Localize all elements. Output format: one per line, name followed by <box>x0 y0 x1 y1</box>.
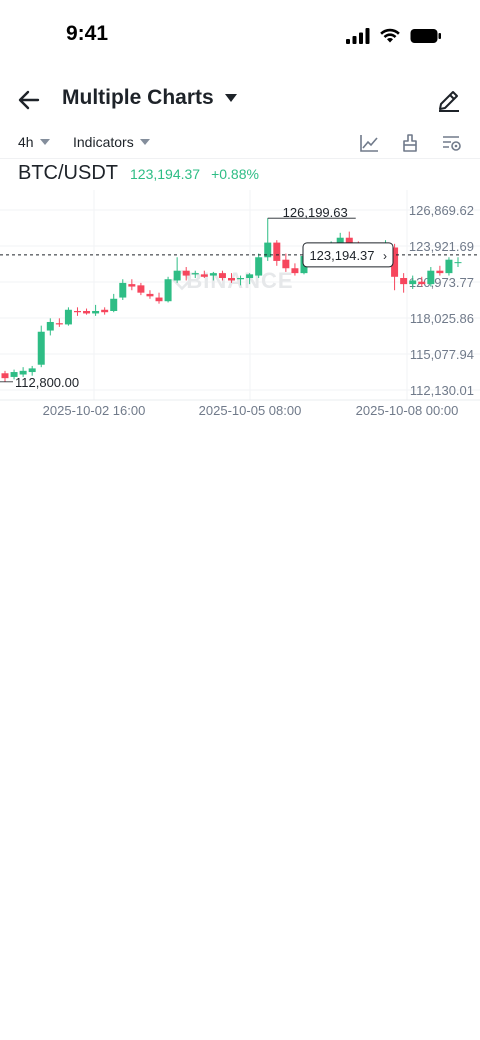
candle-body <box>237 278 245 280</box>
candle-body <box>28 368 36 373</box>
y-tick-label: 115,077.94 <box>410 347 474 362</box>
y-tick-label: 118,025.86 <box>410 311 474 326</box>
battery-icon <box>410 29 441 43</box>
candle-body <box>83 310 91 314</box>
candle-body <box>218 273 226 279</box>
y-tick-label: 123,921.69 <box>409 239 474 254</box>
indicators-selector[interactable]: Indicators <box>73 134 150 150</box>
candle-body <box>37 331 45 365</box>
candle-body <box>255 257 263 276</box>
interval-selector[interactable]: 4h <box>18 134 50 150</box>
candle-body <box>101 309 109 313</box>
interval-label: 4h <box>18 134 34 150</box>
candle-body <box>73 310 81 313</box>
edit-button[interactable] <box>436 86 462 112</box>
candle-body <box>191 273 199 275</box>
symbol-pair[interactable]: BTC/USDT <box>18 162 118 185</box>
candle-body <box>128 284 136 287</box>
candle-body <box>137 285 145 293</box>
candle-body <box>182 270 190 276</box>
indicator-settings-button[interactable] <box>441 132 463 154</box>
chart-settings-icon <box>360 135 378 152</box>
last-price: 123,194.37 <box>130 166 201 182</box>
y-tick-label: 112,130.01 <box>410 383 474 398</box>
brush-button[interactable] <box>399 132 421 154</box>
caret-down-icon <box>139 138 150 145</box>
x-tick-label: 2025-10-05 08:00 <box>199 403 302 418</box>
candle-body <box>64 309 72 325</box>
candle-body <box>1 373 9 379</box>
back-arrow-icon <box>18 90 40 110</box>
y-tick-label: 126,869.62 <box>409 203 474 218</box>
candle-body <box>282 259 290 269</box>
title-dropdown[interactable]: Multiple Charts <box>62 86 238 110</box>
symbol-info: BTC/USDT 123,194.37 +0.88% <box>18 162 259 185</box>
status-bar: 9:41 <box>0 0 480 72</box>
candle-body <box>418 281 426 285</box>
candle-body <box>55 323 63 325</box>
candle-body <box>119 282 127 298</box>
x-tick-label: 2025-10-08 00:00 <box>356 403 459 418</box>
page-title: Multiple Charts <box>62 86 214 109</box>
brush-icon <box>403 134 417 152</box>
candle-body <box>400 278 408 285</box>
candle-body <box>273 242 281 261</box>
price-change: +0.88% <box>211 166 259 182</box>
back-button[interactable] <box>16 86 46 114</box>
status-time: 9:41 <box>66 22 109 45</box>
candle-body <box>146 293 154 297</box>
edit-pencil-icon <box>439 91 459 112</box>
candle-body <box>110 298 118 311</box>
candle-body <box>291 268 299 274</box>
candle-body <box>246 274 254 279</box>
candle-body <box>409 280 417 285</box>
chart-toolbar: 4h Indicators <box>0 128 480 159</box>
caret-down-icon <box>224 94 237 102</box>
candle-body <box>92 310 100 314</box>
candle-body <box>155 297 163 302</box>
candle-body <box>436 270 444 274</box>
last-price-label: 123,194.37 <box>309 248 374 263</box>
wifi-icon <box>380 28 400 43</box>
candle-body <box>173 270 181 281</box>
candle-body <box>164 279 172 302</box>
candle-body <box>200 274 208 277</box>
candle-body <box>46 321 54 331</box>
low-price-label: 112,800.00 <box>15 375 79 390</box>
candle-body <box>454 262 462 264</box>
watermark: BINANCE <box>186 268 293 293</box>
candle-body <box>228 278 235 281</box>
x-tick-label: 2025-10-02 16:00 <box>43 403 146 418</box>
candle-body <box>427 270 435 285</box>
candlestick-chart[interactable]: 126,869.62 123,921.69 120,973.77 118,025.86… <box>0 190 480 422</box>
candle-body <box>209 273 217 276</box>
status-icons <box>346 28 442 44</box>
chart-settings-button[interactable] <box>358 132 380 154</box>
chevron-right-icon: › <box>383 249 387 263</box>
signal-icon <box>346 28 370 44</box>
high-price-label: 126,199.63 <box>283 205 348 220</box>
indicators-label: Indicators <box>73 134 134 150</box>
caret-down-icon <box>39 138 50 145</box>
chart-canvas[interactable]: 126,869.62123,921.69120,973.77118,025.86… <box>0 190 480 422</box>
candle-body <box>445 259 453 274</box>
header: Multiple Charts <box>0 78 480 122</box>
indicator-settings-icon <box>443 136 461 151</box>
